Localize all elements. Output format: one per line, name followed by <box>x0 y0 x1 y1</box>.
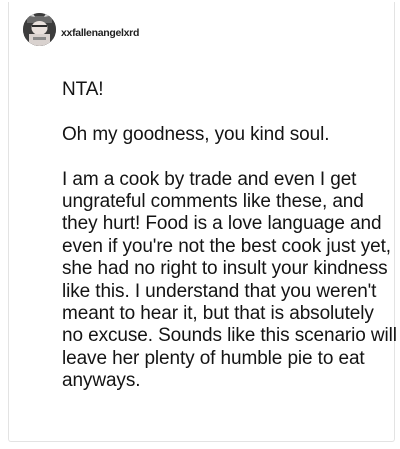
comment-card: xxfallenangelxrd NTA! Oh my goodness, yo… <box>8 2 398 442</box>
avatar-icon[interactable] <box>23 13 56 46</box>
author-username[interactable]: xxfallenangelxrd <box>61 27 139 39</box>
comment-paragraph: I am a cook by trade and even I get ungr… <box>62 168 397 392</box>
comment-paragraph: NTA! <box>62 79 104 100</box>
comment-body: NTA! Oh my goodness, you kind soul. I am… <box>62 79 398 393</box>
comment-paragraph: Oh my goodness, you kind soul. <box>62 123 330 145</box>
avatar-image <box>23 13 56 46</box>
